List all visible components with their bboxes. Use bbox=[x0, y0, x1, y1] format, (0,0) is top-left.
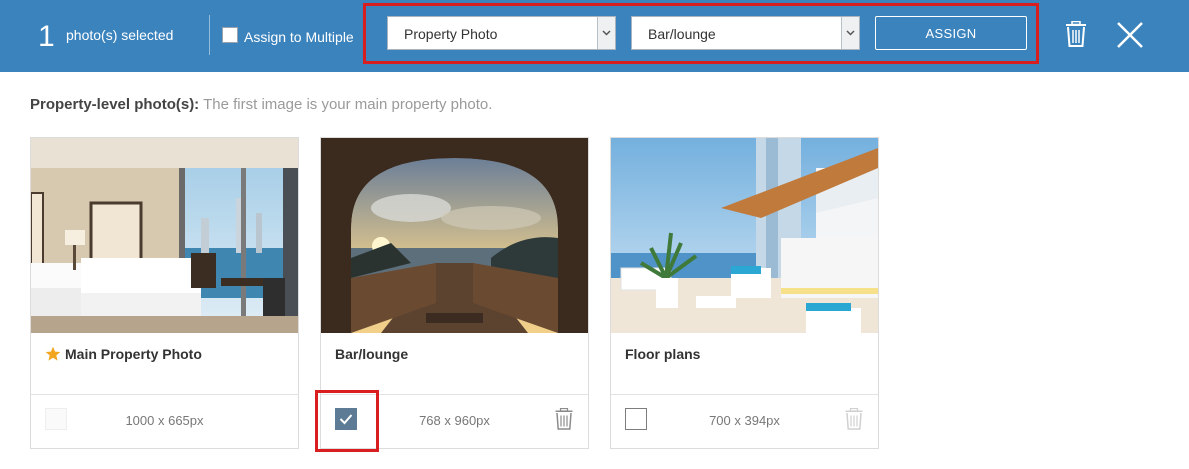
photo-card-title-text: Floor plans bbox=[625, 346, 701, 362]
intro-text: Property-level photo(s): The first image… bbox=[30, 96, 492, 113]
photo-dimensions: 700 x 394px bbox=[709, 413, 780, 428]
intro-heading: Property-level photo(s): bbox=[30, 96, 200, 113]
assign-multiple-checkbox[interactable] bbox=[222, 27, 238, 43]
trash-icon[interactable] bbox=[555, 407, 573, 435]
photo-card[interactable]: Main Property Photo 1000 x 665px bbox=[30, 137, 299, 449]
subcategory-select-value: Bar/lounge bbox=[648, 26, 716, 42]
category-select[interactable]: Property Photo bbox=[387, 16, 616, 50]
photo-thumbnail-terrace[interactable] bbox=[611, 138, 878, 333]
photo-card-title: Bar/lounge bbox=[335, 346, 408, 362]
trash-icon[interactable] bbox=[1065, 20, 1087, 52]
star-icon bbox=[45, 346, 61, 362]
photo-card-title-text: Bar/lounge bbox=[335, 346, 409, 362]
close-icon[interactable] bbox=[1116, 21, 1144, 54]
subcategory-select[interactable]: Bar/lounge bbox=[631, 16, 860, 50]
trash-icon[interactable] bbox=[845, 407, 863, 435]
chevron-down-icon[interactable] bbox=[597, 17, 615, 49]
photo-card-title: Floor plans bbox=[625, 346, 700, 362]
photo-dimensions: 1000 x 665px bbox=[125, 413, 204, 428]
selected-count: 1 bbox=[38, 20, 55, 53]
assign-button[interactable]: ASSIGN bbox=[875, 16, 1027, 50]
assign-multiple-label[interactable]: Assign to Multiple bbox=[244, 28, 354, 46]
intro-description: The first image is your main property ph… bbox=[203, 96, 493, 113]
photo-card-title: Main Property Photo bbox=[45, 346, 202, 362]
photo-card[interactable]: Floor plans 700 x 394px bbox=[610, 137, 879, 449]
selected-label: photo(s) selected bbox=[66, 27, 174, 43]
category-select-value: Property Photo bbox=[404, 26, 498, 42]
checkbox-highlight bbox=[315, 390, 379, 452]
toolbar-divider bbox=[209, 15, 210, 55]
chevron-down-icon[interactable] bbox=[841, 17, 859, 49]
photo-thumbnail-bedroom[interactable] bbox=[31, 138, 298, 333]
photo-thumbnail-bar-lounge[interactable] bbox=[321, 138, 588, 333]
photo-card-title-text: Main Property Photo bbox=[65, 346, 202, 362]
card-divider bbox=[611, 394, 878, 395]
card-divider bbox=[31, 394, 298, 395]
selection-toolbar: 1 photo(s) selected Assign to Multiple P… bbox=[0, 0, 1189, 72]
